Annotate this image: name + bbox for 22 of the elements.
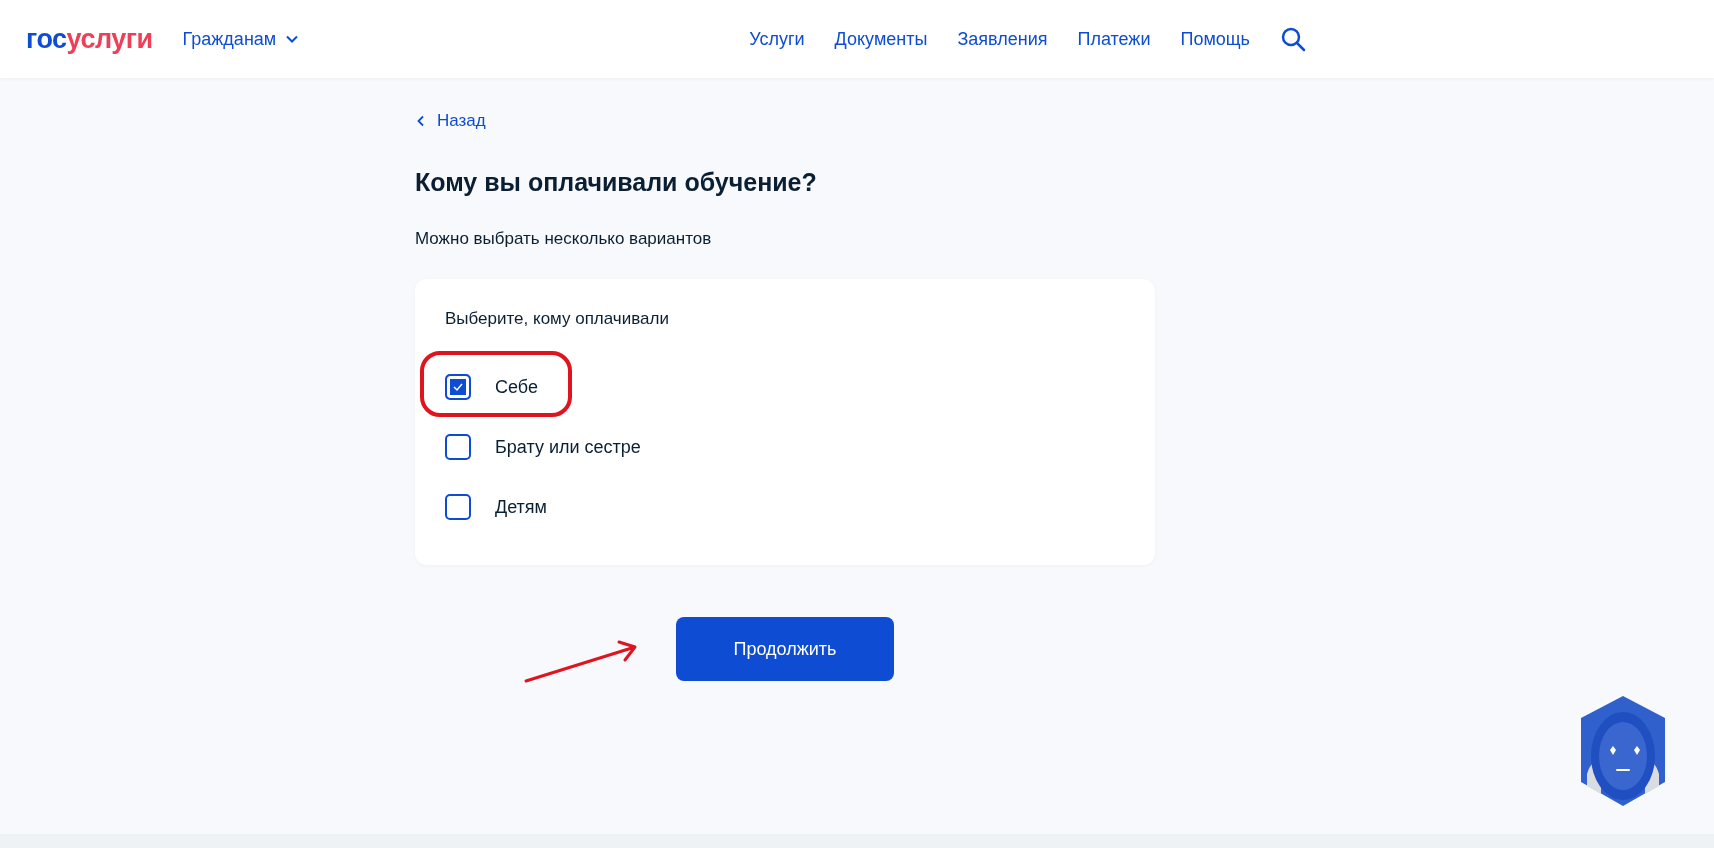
page-title: Кому вы оплачивали обучение? (415, 168, 818, 197)
option-label: Брату или сестре (495, 436, 641, 458)
checkbox[interactable] (445, 374, 471, 400)
option-label: Детям (495, 496, 547, 518)
search-icon[interactable] (1280, 26, 1306, 52)
continue-button[interactable]: Продолжить (676, 617, 894, 681)
nav-link[interactable]: Платежи (1077, 28, 1151, 50)
logo[interactable]: госуслуги (26, 23, 153, 55)
group-label: Выберите, кому оплачивали (445, 309, 670, 329)
audience-dropdown[interactable]: Гражданам (182, 28, 299, 50)
chevron-left-icon (417, 115, 425, 127)
nav-link[interactable]: Помощь (1180, 28, 1250, 50)
checkbox[interactable] (445, 434, 471, 460)
nav-link[interactable]: Документы (834, 28, 928, 50)
hint-text: Можно выбрать несколько вариантов (415, 229, 713, 249)
back-link[interactable]: Назад (415, 111, 486, 131)
check-icon (452, 382, 464, 392)
checkbox[interactable] (445, 494, 471, 520)
nav-link[interactable]: Заявления (957, 28, 1048, 50)
nav-link[interactable]: Услуги (749, 28, 805, 50)
chevron-icon (286, 35, 299, 43)
option-label: Себе (495, 376, 538, 398)
